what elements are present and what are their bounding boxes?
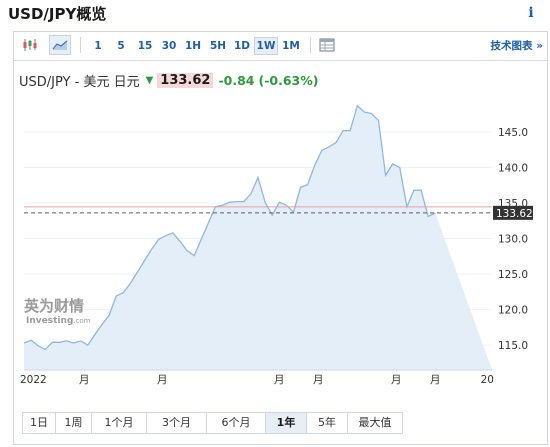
svg-text:Investing.com: Investing.com xyxy=(26,316,91,326)
technical-chart-link[interactable]: 技术图表 » xyxy=(491,38,543,53)
info-icon[interactable]: i xyxy=(522,4,540,22)
chart-toolbar: 1 5 15 30 1H 5H 1D 1W 1M 技术图表 » xyxy=(14,32,547,61)
range-selector: 1日 1周 1个月 3个月 6个月 1年 5年 最大值 xyxy=(22,412,403,434)
x-tick-label: 月 xyxy=(274,374,285,386)
last-price: 133.62 xyxy=(157,72,214,88)
interval-1w[interactable]: 1W xyxy=(254,37,278,55)
down-arrow-icon: ▼ xyxy=(145,74,154,86)
watermark-sub: Investing xyxy=(26,316,73,326)
pair-name: USD/JPY - 美元 日元 xyxy=(19,74,140,90)
interval-1d[interactable]: 1D xyxy=(231,37,253,55)
x-tick-label: 2022 xyxy=(20,374,47,386)
x-tick-label: 月 xyxy=(430,374,441,386)
toolbar-divider xyxy=(310,37,311,53)
area-chart-icon[interactable] xyxy=(49,35,71,55)
x-tick-label: 20 xyxy=(481,374,494,386)
interval-5h[interactable]: 5H xyxy=(207,37,229,55)
last-price-label: 133.62 xyxy=(493,205,533,220)
page-title: USD/JPY概览 xyxy=(8,5,107,23)
range-5y[interactable]: 5年 xyxy=(307,413,348,433)
investing-watermark: 英为财情 Investing.com xyxy=(24,297,91,326)
interval-1m[interactable]: 1M xyxy=(279,37,303,55)
x-tick-label: 月 xyxy=(79,374,90,386)
price-chart[interactable]: 英为财情 Investing.com 115.0 120.0 125.0 130.0 1… xyxy=(14,92,547,392)
range-1d[interactable]: 1日 xyxy=(23,413,56,433)
table-icon[interactable] xyxy=(316,35,338,55)
interval-15[interactable]: 15 xyxy=(135,37,155,55)
watermark-main: 英为财情 xyxy=(24,297,84,315)
range-1m[interactable]: 1个月 xyxy=(92,413,147,433)
y-tick-label: 130.0 xyxy=(498,234,528,246)
last-price-label-text: 133.62 xyxy=(496,208,533,220)
chart-panel: 1 5 15 30 1H 5H 1D 1W 1M 技术图表 » USD/JPY … xyxy=(13,31,548,445)
candlestick-icon[interactable] xyxy=(19,35,41,55)
toolbar-divider xyxy=(80,37,81,53)
interval-30[interactable]: 30 xyxy=(159,37,179,55)
range-3m[interactable]: 3个月 xyxy=(147,413,207,433)
range-1w[interactable]: 1周 xyxy=(56,413,92,433)
quote-row: USD/JPY - 美元 日元 ▼ 133.62 -0.84 (-0.63%) xyxy=(19,70,322,90)
y-tick-label: 115.0 xyxy=(498,340,528,352)
range-6m[interactable]: 6个月 xyxy=(207,413,266,433)
price-change-percent: (-0.63%) xyxy=(258,72,319,88)
x-tick-label: 月 xyxy=(313,374,324,386)
price-change: -0.84 xyxy=(218,72,255,88)
widget-header: USD/JPY概览 i xyxy=(0,0,550,30)
x-tick-label: 月 xyxy=(391,374,402,386)
interval-5[interactable]: 5 xyxy=(113,37,129,55)
y-tick-label: 145.0 xyxy=(498,127,528,139)
x-tick-label: 月 xyxy=(157,374,168,386)
y-tick-label: 125.0 xyxy=(498,269,528,281)
price-area xyxy=(24,105,492,370)
y-tick-label: 140.0 xyxy=(498,163,528,175)
interval-1h[interactable]: 1H xyxy=(182,37,204,55)
y-tick-label: 120.0 xyxy=(498,305,528,317)
watermark-suffix: .com xyxy=(73,317,90,325)
interval-1[interactable]: 1 xyxy=(90,37,106,55)
range-1y[interactable]: 1年 xyxy=(266,413,307,433)
range-max[interactable]: 最大值 xyxy=(348,413,402,433)
